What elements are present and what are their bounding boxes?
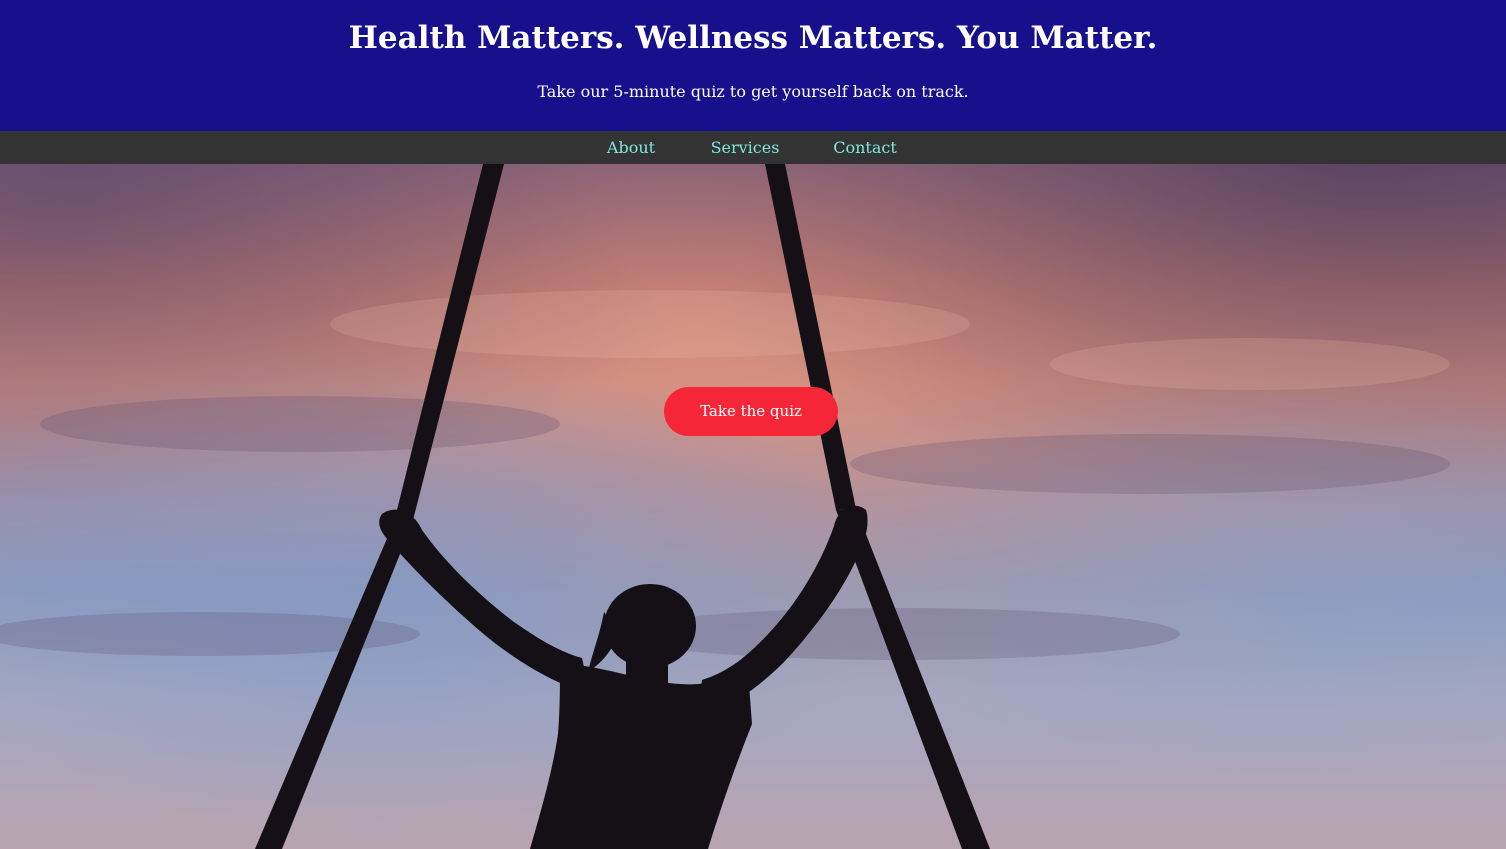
page-subtitle: Take our 5-minute quiz to get yourself b… — [537, 82, 969, 101]
main-nav: About Services Contact — [0, 131, 1506, 164]
nav-link-about[interactable]: About — [607, 138, 655, 157]
take-quiz-button[interactable]: Take the quiz — [664, 387, 838, 436]
nav-link-services[interactable]: Services — [711, 138, 780, 157]
site-header: Health Matters. Wellness Matters. You Ma… — [0, 0, 1506, 131]
page-title: Health Matters. Wellness Matters. You Ma… — [348, 20, 1158, 56]
hero-section: Take the quiz — [0, 164, 1506, 849]
hero-background-image — [0, 164, 1506, 849]
nav-link-contact[interactable]: Contact — [833, 138, 897, 157]
